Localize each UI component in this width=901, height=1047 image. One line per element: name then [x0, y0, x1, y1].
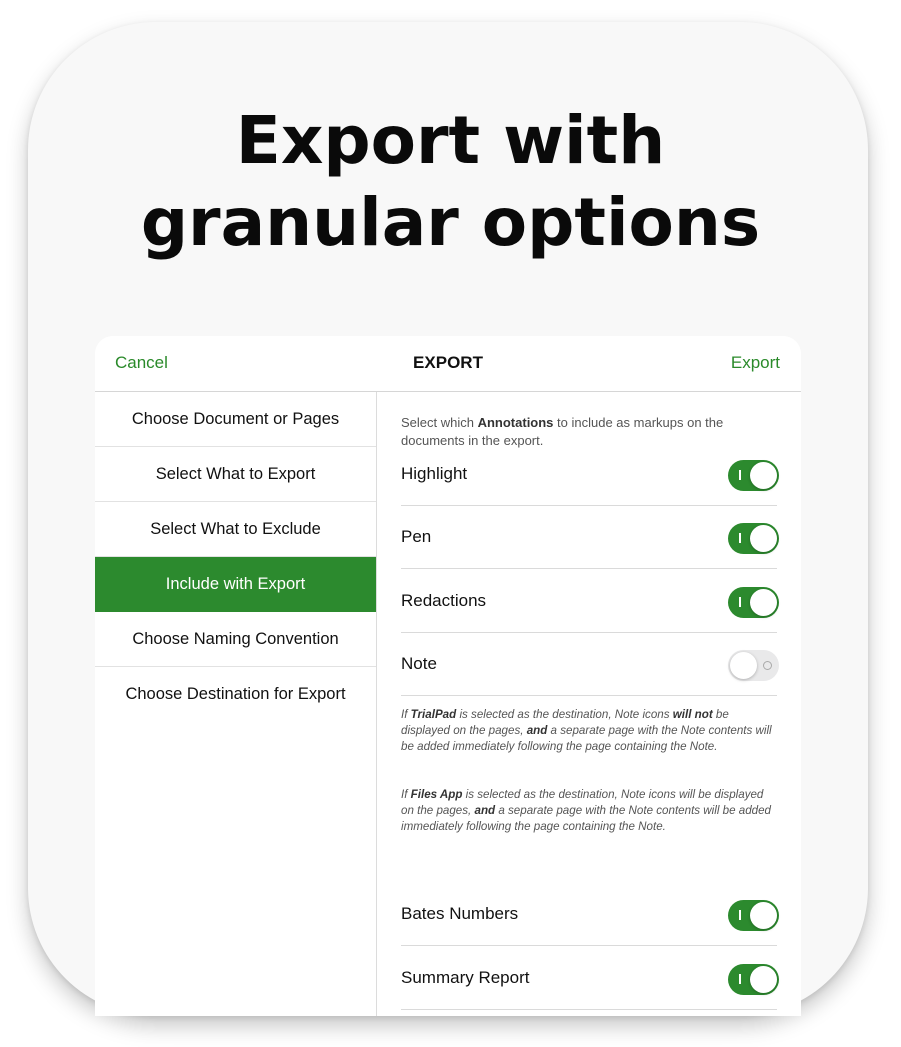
row-summary-report: Summary Report [401, 946, 779, 1010]
export-button[interactable]: Export [731, 353, 780, 373]
note-info-bold: and [474, 804, 496, 817]
row-redactions: Redactions [401, 569, 779, 633]
sidebar-item-label: Choose Destination for Export [125, 684, 346, 703]
toggle-knob [750, 525, 777, 552]
toggle-on-mark [739, 597, 741, 607]
sidebar-item-label: Select What to Exclude [150, 519, 321, 538]
note-info-files-app: If Files App is selected as the destinat… [401, 787, 779, 835]
note-info-trialpad: If TrialPad is selected as the destinati… [401, 707, 779, 755]
row-label: Bates Numbers [401, 904, 519, 923]
headline-line-1: Export with [235, 102, 666, 179]
toggle-knob [750, 589, 777, 616]
toggle-knob [750, 462, 777, 489]
toggle-on-mark [739, 910, 741, 920]
note-info-text: If [401, 708, 411, 721]
sidebar-item-select-export[interactable]: Select What to Export [95, 447, 376, 502]
toggle-knob [730, 652, 757, 679]
sidebar-item-label: Select What to Export [155, 464, 316, 483]
note-info-bold: Files App [410, 788, 463, 801]
cancel-button[interactable]: Cancel [115, 353, 168, 373]
note-info-text: If [401, 788, 411, 801]
options-content: Select which Annotations to include as m… [377, 392, 801, 1016]
sidebar-item-select-exclude[interactable]: Select What to Exclude [95, 502, 376, 557]
intro-text: Select which [401, 415, 478, 430]
row-label: Note [401, 654, 437, 673]
summary-report-toggle[interactable] [728, 964, 779, 995]
row-label: Summary Report [401, 968, 530, 987]
row-pen: Pen [401, 505, 779, 569]
nav-title: EXPORT [413, 353, 483, 372]
note-info-bold: and [526, 724, 548, 737]
export-panel: Cancel EXPORT Export Choose Document or … [95, 336, 801, 1016]
toggle-on-mark [739, 974, 741, 984]
sidebar-item-naming-convention[interactable]: Choose Naming Convention [95, 612, 376, 667]
bates-numbers-toggle[interactable] [728, 900, 779, 931]
toggle-knob [750, 902, 777, 929]
toggle-on-mark [739, 533, 741, 543]
headline: Export with granular options [0, 100, 901, 264]
sidebar-item-destination[interactable]: Choose Destination for Export [95, 667, 376, 721]
sidebar-item-label: Choose Naming Convention [132, 629, 339, 648]
headline-line-2: granular options [140, 184, 761, 261]
redactions-toggle[interactable] [728, 587, 779, 618]
sidebar-item-include-with-export[interactable]: Include with Export [95, 557, 376, 612]
row-label: Highlight [401, 464, 468, 483]
sidebar: Choose Document or Pages Select What to … [95, 392, 377, 1016]
sidebar-item-label: Include with Export [165, 574, 306, 593]
toggle-on-mark [739, 470, 741, 480]
toggle-off-mark [763, 661, 772, 670]
note-info-text: is selected as the destination, Note ico… [456, 708, 673, 721]
note-info-bold: will not [672, 708, 713, 721]
row-note: Note [401, 632, 779, 696]
row-highlight: Highlight [401, 442, 779, 506]
intro-bold: Annotations [477, 415, 554, 430]
row-bates-numbers: Bates Numbers [401, 882, 779, 946]
sidebar-item-label: Choose Document or Pages [131, 409, 340, 428]
highlight-toggle[interactable] [728, 460, 779, 491]
sidebar-item-choose-document[interactable]: Choose Document or Pages [95, 392, 376, 447]
row-label: Pen [401, 527, 432, 546]
navigation-bar: Cancel EXPORT Export [95, 336, 801, 392]
note-toggle[interactable] [728, 650, 779, 681]
row-label: Redactions [401, 591, 487, 610]
pen-toggle[interactable] [728, 523, 779, 554]
toggle-knob [750, 966, 777, 993]
note-info-bold: TrialPad [410, 708, 457, 721]
